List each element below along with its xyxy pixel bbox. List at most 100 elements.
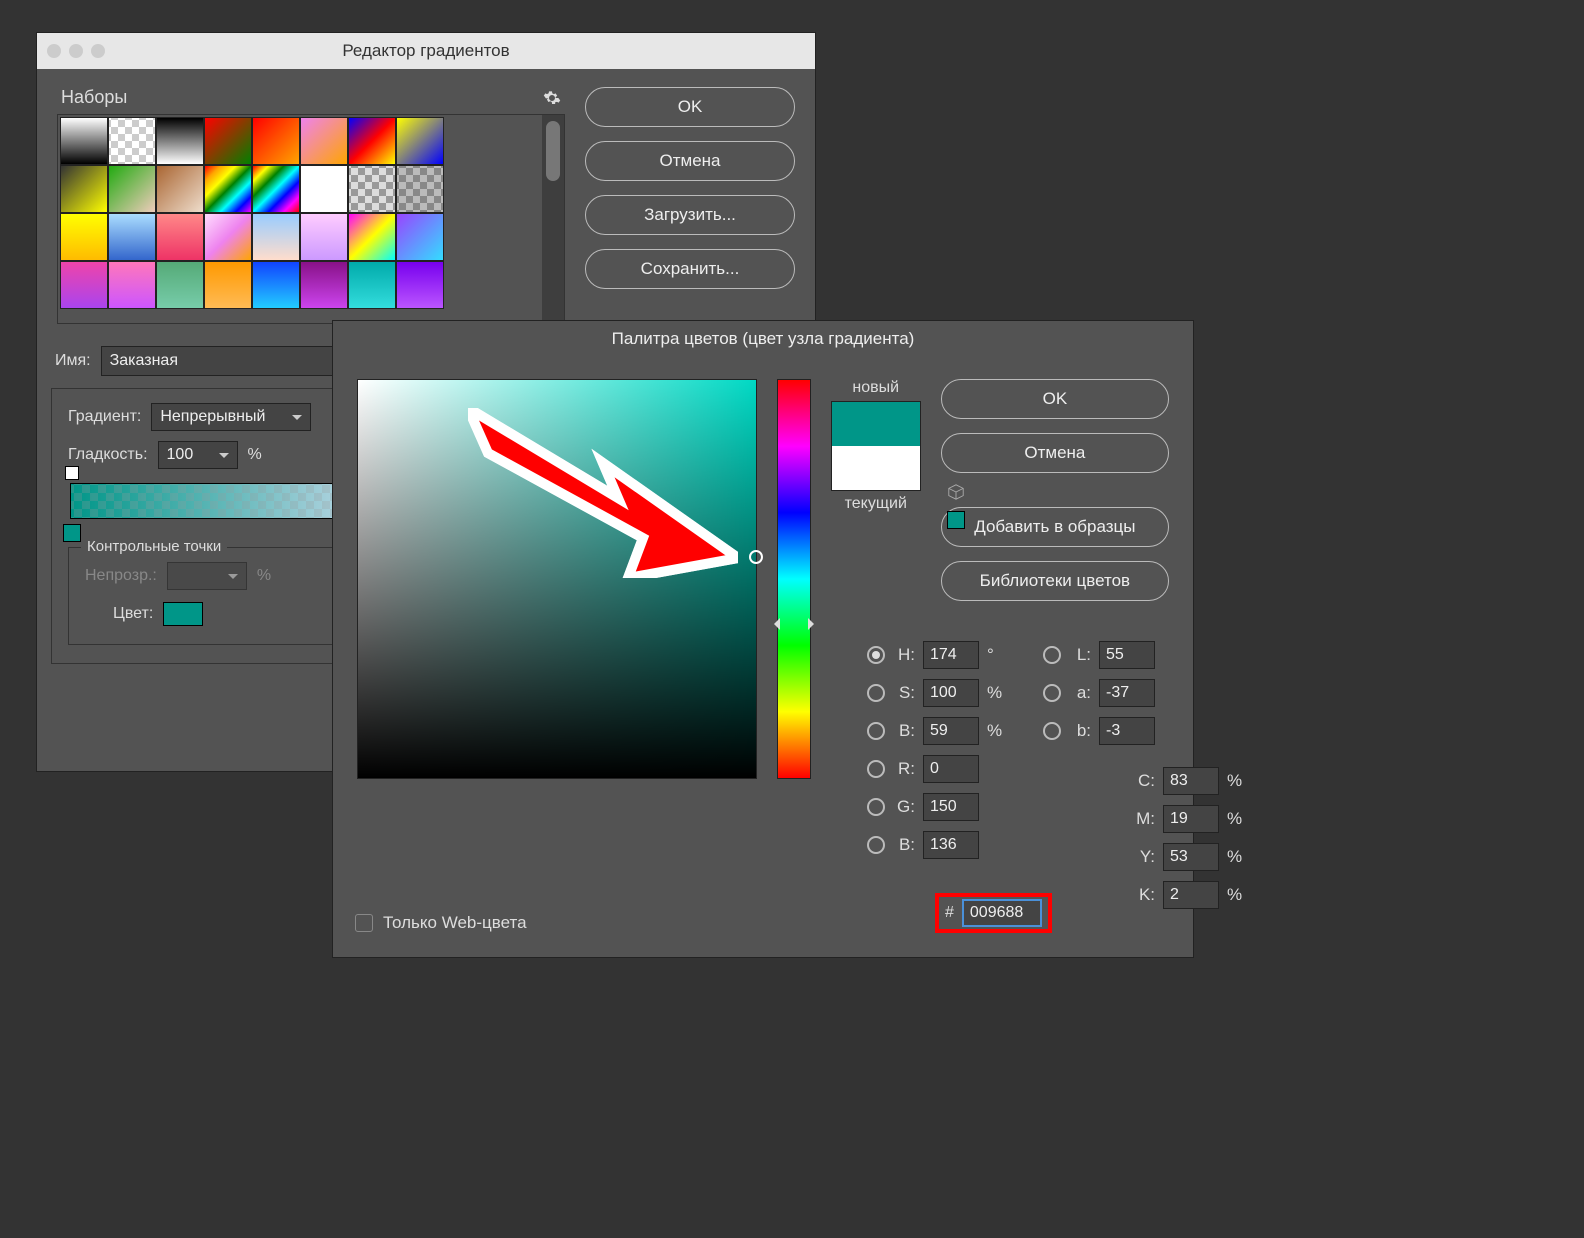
name-label: Имя:	[55, 352, 91, 370]
b-hsb-input[interactable]	[923, 717, 979, 745]
presets-scrollbar[interactable]	[542, 115, 564, 323]
gradient-swatch[interactable]	[396, 117, 444, 165]
gradient-swatch[interactable]	[252, 261, 300, 309]
gradient-swatch[interactable]	[348, 261, 396, 309]
stops-section-label: Контрольные точки	[81, 538, 227, 555]
scrollbar-thumb[interactable]	[546, 121, 560, 181]
gradient-swatch[interactable]	[252, 117, 300, 165]
gradient-swatch[interactable]	[252, 213, 300, 261]
hue-indicator[interactable]	[768, 618, 820, 630]
gradient-swatch[interactable]	[396, 165, 444, 213]
gradient-swatch[interactable]	[348, 165, 396, 213]
radio-h[interactable]	[867, 646, 885, 664]
gradient-swatch[interactable]	[252, 165, 300, 213]
color-picker-title: Палитра цветов (цвет узла градиента)	[333, 329, 1193, 349]
radio-a[interactable]	[1043, 684, 1061, 702]
gradient-swatch[interactable]	[156, 213, 204, 261]
gradient-swatch[interactable]	[60, 117, 108, 165]
gear-icon[interactable]	[543, 89, 561, 107]
chevron-down-icon	[292, 415, 302, 425]
m-input[interactable]	[1163, 805, 1219, 833]
radio-g[interactable]	[867, 798, 885, 816]
color-field[interactable]	[357, 379, 757, 779]
l-input[interactable]	[1099, 641, 1155, 669]
gradient-swatch[interactable]	[156, 261, 204, 309]
gradient-swatch-grid[interactable]	[58, 115, 446, 323]
save-button[interactable]: Сохранить...	[585, 249, 795, 289]
radio-s[interactable]	[867, 684, 885, 702]
gradient-swatch[interactable]	[300, 165, 348, 213]
gradient-swatch[interactable]	[348, 117, 396, 165]
color-picker-window: Палитра цветов (цвет узла градиента) нов…	[332, 320, 1194, 958]
b-rgb-input[interactable]	[923, 831, 979, 859]
gradient-swatch[interactable]	[300, 261, 348, 309]
add-to-swatches-button[interactable]: Добавить в образцы	[941, 507, 1169, 547]
h-input[interactable]	[923, 641, 979, 669]
radio-b-lab[interactable]	[1043, 722, 1061, 740]
gradient-swatch[interactable]	[300, 213, 348, 261]
g-input[interactable]	[923, 793, 979, 821]
opacity-label: Непрозр.:	[85, 567, 157, 585]
gradient-swatch[interactable]	[396, 261, 444, 309]
radio-r[interactable]	[867, 760, 885, 778]
web-only-label: Только Web-цвета	[383, 913, 527, 933]
r-input[interactable]	[923, 755, 979, 783]
gradient-swatch[interactable]	[60, 261, 108, 309]
k-input[interactable]	[1163, 881, 1219, 909]
stop-color-swatch[interactable]	[163, 602, 203, 626]
new-current-swatch[interactable]	[831, 401, 921, 491]
gradient-swatch[interactable]	[156, 117, 204, 165]
gradient-swatch[interactable]	[60, 165, 108, 213]
gradient-editor-titlebar[interactable]: Редактор градиентов	[37, 33, 815, 69]
gradient-swatch[interactable]	[396, 213, 444, 261]
color-label: Цвет:	[113, 605, 153, 623]
opacity-unit: %	[257, 567, 271, 585]
cancel-button[interactable]: Отмена	[585, 141, 795, 181]
c-input[interactable]	[1163, 767, 1219, 795]
color-picker-titlebar[interactable]: Палитра цветов (цвет узла градиента)	[333, 321, 1193, 357]
gradient-swatch[interactable]	[108, 165, 156, 213]
gradient-swatch[interactable]	[204, 117, 252, 165]
smoothness-label: Гладкость:	[68, 446, 148, 464]
gradient-swatch[interactable]	[204, 213, 252, 261]
gradient-swatch[interactable]	[204, 165, 252, 213]
current-color-label: текущий	[845, 495, 907, 513]
a-input[interactable]	[1099, 679, 1155, 707]
color-field-cursor[interactable]	[749, 550, 763, 564]
gradient-swatch[interactable]	[108, 261, 156, 309]
gradient-swatch[interactable]	[108, 117, 156, 165]
color-libraries-button[interactable]: Библиотеки цветов	[941, 561, 1169, 601]
new-color-label: новый	[852, 379, 899, 397]
gradient-swatch[interactable]	[300, 117, 348, 165]
gradient-swatch[interactable]	[60, 213, 108, 261]
hex-label: #	[945, 904, 954, 922]
opacity-stop[interactable]	[65, 466, 79, 480]
ok-button[interactable]: OK	[585, 87, 795, 127]
gradient-swatch[interactable]	[156, 165, 204, 213]
gradient-swatch[interactable]	[348, 213, 396, 261]
b-lab-input[interactable]	[1099, 717, 1155, 745]
opacity-input	[167, 562, 247, 590]
gradient-type-select[interactable]: Непрерывный	[151, 403, 311, 431]
s-input[interactable]	[923, 679, 979, 707]
gamut-warning-icon[interactable]	[947, 483, 965, 501]
load-button[interactable]: Загрузить...	[585, 195, 795, 235]
radio-b-rgb[interactable]	[867, 836, 885, 854]
smoothness-input[interactable]: 100	[158, 441, 238, 469]
gamut-color-swatch[interactable]	[947, 511, 965, 529]
color-stop[interactable]	[63, 524, 81, 542]
smoothness-unit: %	[248, 446, 262, 464]
presets-label: Наборы	[61, 87, 127, 108]
gradient-swatch[interactable]	[204, 261, 252, 309]
chevron-down-icon	[219, 453, 229, 463]
hex-input[interactable]	[962, 899, 1042, 927]
radio-l[interactable]	[1043, 646, 1061, 664]
picker-ok-button[interactable]: OK	[941, 379, 1169, 419]
gradient-swatch[interactable]	[108, 213, 156, 261]
hue-slider[interactable]	[777, 379, 811, 779]
y-input[interactable]	[1163, 843, 1219, 871]
picker-cancel-button[interactable]: Отмена	[941, 433, 1169, 473]
web-only-checkbox[interactable]	[355, 914, 373, 932]
radio-b[interactable]	[867, 722, 885, 740]
current-color-half	[832, 446, 920, 490]
